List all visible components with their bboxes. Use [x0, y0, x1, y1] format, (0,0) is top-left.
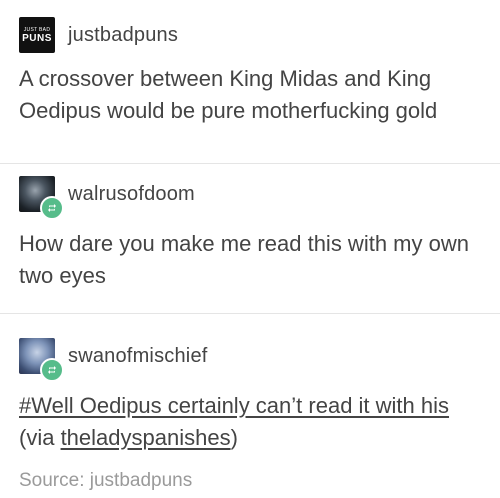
reblog-icon	[40, 358, 64, 382]
via-suffix: )	[230, 425, 238, 450]
avatar-big-text: PUNS	[22, 32, 52, 44]
post-reblog-1: walrusofdoom How dare you make me read t…	[0, 163, 500, 314]
username[interactable]: swanofmischief	[68, 345, 208, 368]
reblog-icon	[40, 196, 64, 220]
source-link[interactable]: Source: justbadpuns	[19, 470, 192, 492]
post-header: swanofmischief	[19, 338, 208, 382]
post-text: How dare you make me read this with my o…	[19, 231, 469, 288]
tag-link[interactable]: #Well Oedipus certainly can’t read it wi…	[19, 393, 449, 418]
post-header: JUST BAD PUNS justbadpuns	[19, 17, 178, 53]
username[interactable]: walrusofdoom	[68, 183, 195, 206]
username[interactable]: justbadpuns	[68, 24, 178, 47]
post-header: walrusofdoom	[19, 176, 195, 220]
avatar[interactable]	[19, 176, 64, 220]
via-prefix: (via	[19, 425, 61, 450]
post-reblog-2: swanofmischief #Well Oedipus certainly c…	[0, 313, 500, 498]
via-user-link[interactable]: theladyspanishes	[61, 425, 231, 450]
avatar[interactable]	[19, 338, 64, 382]
avatar[interactable]: JUST BAD PUNS	[19, 17, 55, 53]
post-original: JUST BAD PUNS justbadpuns A crossover be…	[0, 0, 500, 163]
post-text: A crossover between King Midas and King …	[19, 66, 438, 123]
post-text: #Well Oedipus certainly can’t read it wi…	[19, 390, 484, 454]
